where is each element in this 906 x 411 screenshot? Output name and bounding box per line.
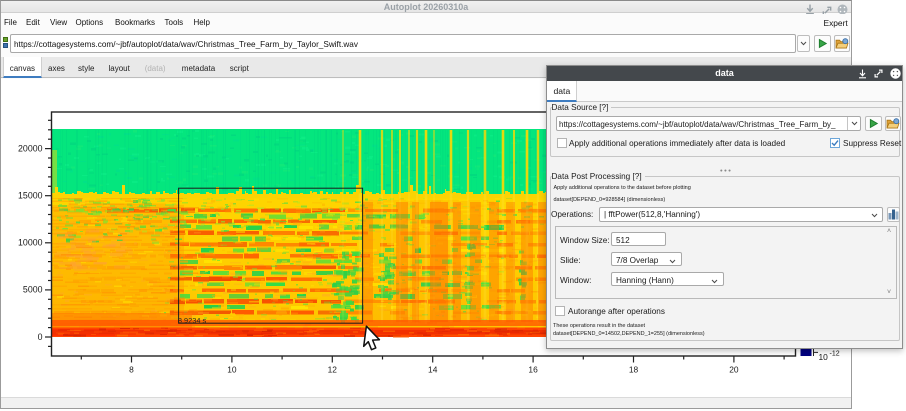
svg-text:14: 14 [428,365,438,375]
svg-text:15000: 15000 [18,191,43,201]
svg-text:10: 10 [227,365,237,375]
svg-text:0: 0 [38,332,43,342]
svg-text:5000: 5000 [23,285,43,295]
svg-text:16: 16 [528,365,538,375]
svg-text:10: 10 [819,352,829,362]
svg-text:8: 8 [129,365,134,375]
svg-text:18: 18 [629,365,639,375]
svg-text:10000: 10000 [18,238,43,248]
svg-text:20000: 20000 [18,143,43,153]
svg-text:12: 12 [328,365,338,375]
svg-text:8.9234 s: 8.9234 s [178,316,207,325]
svg-text:20: 20 [729,365,739,375]
svg-text:-12: -12 [830,351,840,358]
